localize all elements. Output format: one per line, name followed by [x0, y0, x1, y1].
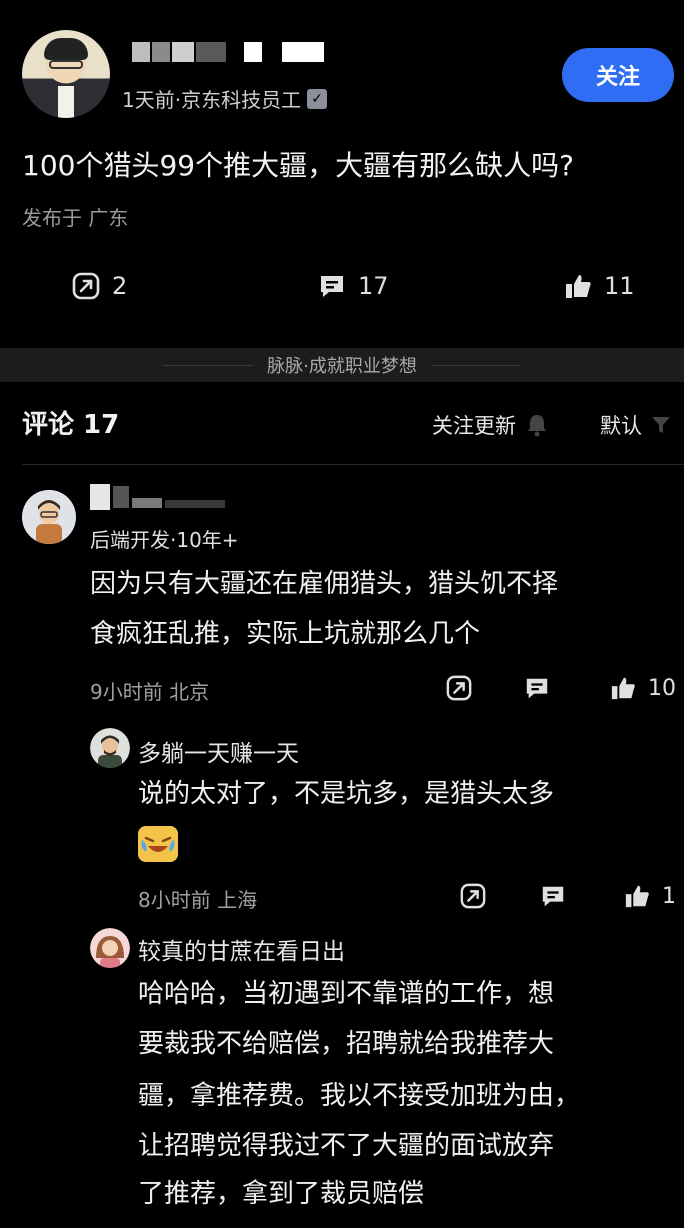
like-action[interactable]: 11	[564, 272, 635, 300]
thumbs-up-icon[interactable]	[624, 883, 650, 909]
comment-line: 食疯狂乱推，实际上坑就那么几个	[90, 619, 481, 649]
bell-icon	[528, 415, 546, 437]
reply-line: 哈哈哈，当初遇到不靠谱的工作，想	[138, 979, 555, 1009]
reply-avatar[interactable]	[90, 728, 130, 768]
reply-avatar[interactable]	[90, 928, 130, 968]
share-action[interactable]: 2	[72, 272, 127, 300]
post-card: 1天前·京东科技员工 ✓ 关注 100个猎头99个推大疆，大疆有那么缺人吗? 发…	[0, 0, 684, 348]
reply-line: 要裁我不给赔偿，招聘就给我推荐大	[138, 1029, 555, 1059]
filter-icon	[652, 417, 670, 433]
comments-header: 评论 17 关注更新 默认	[22, 404, 684, 444]
comment-time-location: 9小时前 北京	[90, 680, 210, 704]
reply-line: 说的太对了，不是坑多，是猎头太多	[138, 779, 555, 809]
comment-action[interactable]: 17	[318, 272, 389, 300]
emoji-face	[138, 826, 178, 862]
thumbs-up-icon	[566, 275, 591, 298]
share-icon	[72, 272, 100, 300]
comments-title: 评论 17	[22, 410, 120, 440]
laughing-crying-emoji-icon	[138, 826, 178, 862]
follow-button[interactable]: 关注	[562, 48, 674, 102]
reply-line: 了推荐，拿到了裁员赔偿	[138, 1179, 425, 1209]
comment-avatar[interactable]	[22, 490, 76, 544]
post-action-bar: 2 17 11	[0, 272, 684, 308]
follow-updates-toggle[interactable]: 关注更新	[432, 410, 548, 440]
brand-slogan: 脉脉·成就职业梦想	[267, 356, 417, 377]
reply-author-name[interactable]: 较真的甘蔗在看日出	[138, 932, 345, 966]
comment-icon[interactable]	[540, 883, 566, 909]
comment-line: 因为只有大疆还在雇佣猎头，猎头饥不择	[90, 569, 559, 599]
thumbs-up-icon[interactable]	[610, 675, 636, 701]
brand-banner: 脉脉·成就职业梦想	[0, 348, 684, 382]
divider-right	[430, 364, 521, 366]
like-count: 11	[604, 272, 635, 300]
reply-like-count: 1	[662, 884, 676, 909]
share-icon[interactable]	[460, 883, 486, 909]
reply-line: 疆，拿推荐费。我以不接受加班为由，	[138, 1081, 581, 1111]
comment-like-count: 10	[648, 676, 676, 701]
author-meta-text: 1天前·京东科技员工	[122, 88, 302, 112]
share-icon[interactable]	[446, 675, 472, 701]
comment-icon[interactable]	[524, 675, 550, 701]
comment-count: 17	[358, 272, 389, 300]
avatar-illustration	[90, 928, 130, 968]
post-location: 发布于 广东	[22, 206, 129, 230]
reply-line: 让招聘觉得我过不了大疆的面试放弃	[138, 1131, 555, 1161]
divider-left	[163, 364, 254, 366]
verified-icon: ✓	[307, 88, 328, 109]
author-name-redacted	[132, 42, 324, 62]
share-count: 2	[112, 272, 128, 300]
comment-icon	[321, 276, 343, 297]
comment-author-redacted	[90, 484, 225, 510]
author-avatar[interactable]	[22, 30, 110, 118]
post-title: 100个猎头99个推大疆，大疆有那么缺人吗?	[22, 149, 574, 182]
sort-dropdown[interactable]: 默认	[600, 410, 672, 440]
author-meta: 1天前·京东科技员工 ✓	[122, 84, 328, 113]
header-divider	[22, 464, 684, 465]
avatar-illustration	[22, 490, 76, 544]
sort-label: 默认	[600, 414, 642, 438]
reply-author-name[interactable]: 多躺一天赚一天	[138, 734, 299, 768]
avatar-illustration	[90, 728, 130, 768]
comment-author-meta: 后端开发·10年+	[90, 528, 239, 552]
reply-time-location: 8小时前 上海	[138, 888, 258, 912]
follow-updates-label: 关注更新	[432, 414, 516, 438]
